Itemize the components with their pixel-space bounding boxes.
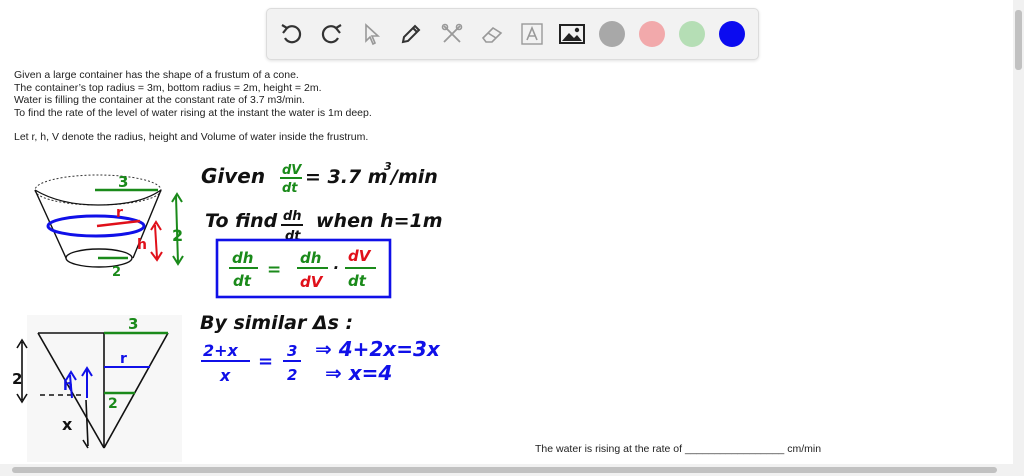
cone-side-2: 2 (12, 370, 22, 388)
label-2: 2 (172, 226, 183, 245)
given-per-min: /min (389, 166, 438, 188)
implies-line-1: ⇒ 4+2x=3x (315, 337, 441, 361)
formula-lhs-num: dh (232, 249, 253, 267)
horizontal-scrollbar-thumb[interactable] (12, 467, 997, 473)
formula-m2-den: dt (348, 272, 367, 290)
vertical-scrollbar-thumb[interactable] (1015, 10, 1022, 70)
to-find-dh: dh (283, 209, 302, 224)
vertical-scrollbar[interactable] (1013, 0, 1024, 476)
implies-line-2: ⇒ x=4 (325, 361, 392, 385)
given-dv: dV (282, 163, 302, 178)
cone-label-2: 2 (108, 396, 118, 412)
cone-label-r: r (120, 351, 127, 367)
handwritten-solution: 3 r h 2 2 3 r 2 2 h x Given dV dt = 3.7 … (12, 160, 443, 462)
given-label: Given (201, 164, 265, 188)
formula-lhs-den: dt (233, 272, 252, 290)
label-r: r (116, 205, 123, 221)
cone-label-3: 3 (128, 315, 138, 333)
label-3: 3 (118, 173, 128, 191)
label-h: h (137, 237, 147, 253)
similar-label: By similar Δs : (200, 312, 353, 334)
ratio-frac-den: 2 (287, 366, 297, 384)
given-dt: dt (282, 181, 298, 196)
answer-blank[interactable]: _________________ (685, 443, 784, 455)
answer-line: The water is rising at the rate of _____… (535, 443, 821, 455)
ratio-den: x (219, 366, 231, 385)
answer-unit: cm/min (787, 443, 822, 455)
ratio-frac-num: 3 (287, 342, 297, 360)
ratio-eq: = (258, 351, 273, 372)
cone-label-x: x (62, 415, 73, 434)
formula-m2-num: dV (348, 247, 372, 265)
to-find-dt: dt (285, 229, 301, 244)
formula-eq: = (267, 260, 281, 280)
formula-m1-den: dV (300, 273, 324, 291)
ratio-num: 2+x (203, 341, 239, 360)
formula-dot: · (333, 259, 339, 277)
given-rate: = 3.7 m (305, 166, 388, 188)
to-find-when: when h=1m (316, 210, 443, 232)
answer-prefix: The water is rising at the rate of (535, 443, 683, 455)
formula-m1-num: dh (300, 249, 321, 267)
label-2-bottom: 2 (112, 265, 121, 280)
cone-label-h: h (63, 378, 73, 394)
frustum-diagram (34, 174, 184, 268)
horizontal-scrollbar[interactable] (0, 464, 1013, 476)
to-find-label: To find (205, 210, 278, 232)
